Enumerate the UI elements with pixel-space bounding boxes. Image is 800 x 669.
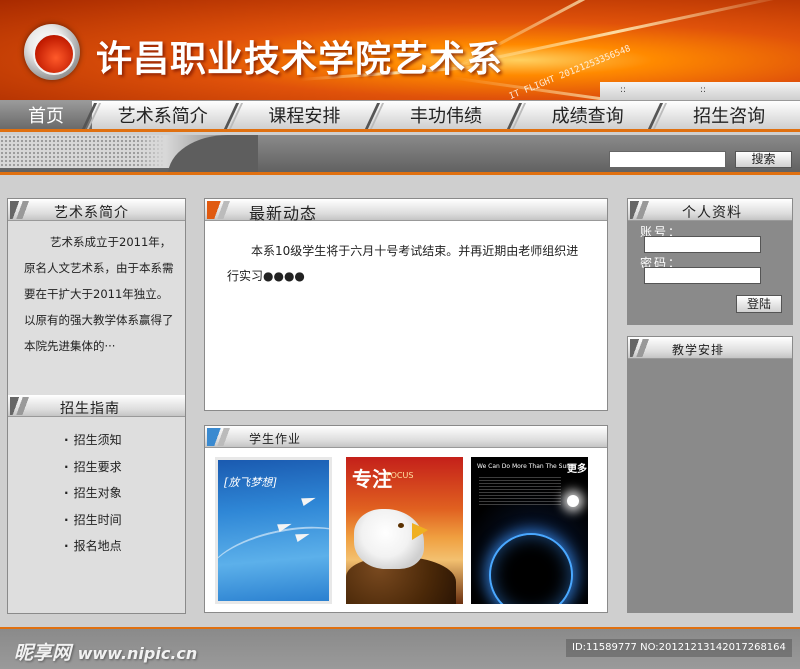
nav-label: 招生咨询 [693,106,766,127]
nav-courses[interactable]: 课程安排 [223,101,376,129]
logo-icon [24,24,80,80]
nav-grades[interactable]: 成绩查询 [506,101,659,129]
watermark: 昵享网 www.nipic.cn [14,638,197,665]
guide-title: 招生指南 [60,401,120,417]
thumb-title: [放飞梦想] [224,476,277,489]
account-field[interactable] [644,236,761,253]
dots-icon: :: [700,85,707,95]
password-field[interactable] [644,267,761,284]
site-header: 许昌职业技术学院艺术系 IT FLIGHT 20121253356548 :: … [0,0,800,100]
planet-image [489,533,573,604]
paper-plane-icon [301,494,317,506]
search-input[interactable] [609,151,726,168]
guide-link-notice[interactable]: 招生须知 [64,431,122,458]
left-column: 艺术系简介 艺术系成立于2011年，原名人文艺术系，由于本系需要在干扩大于201… [7,198,186,614]
search-button[interactable]: 搜索 [735,151,792,168]
profile-header: 个人资料 [628,199,792,221]
profile-title: 个人资料 [682,205,742,221]
intro-body: 艺术系成立于2011年，原名人文艺术系，由于本系需要在干扩大于2011年独立。以… [24,235,174,353]
site-title: 许昌职业技术学院艺术系 [96,38,504,80]
nav-home[interactable]: 首页 [0,101,92,129]
header-mark-icon [207,428,231,446]
guide-link-time[interactable]: 招生时间 [64,511,122,538]
news-panel: 最新动态 本系10级学生将于六月十号考试结束。并再近期由老师组织进行实习●●●● [204,198,608,411]
intro-title: 艺术系简介 [54,205,129,221]
schedule-title: 教学安排 [672,343,725,357]
intro-header: 艺术系简介 [8,199,185,221]
guide-link-location[interactable]: 报名地点 [64,537,122,564]
profile-panel: 个人资料 账号： 密码： 登陆 [627,198,793,325]
thumb-title: We Can Do More Than The Sun [477,463,571,470]
news-title: 最新动态 [249,204,318,223]
image-id: ID:11589777 NO:20121213142017268164 [566,639,792,657]
thumb-big-title: 更多 [567,464,587,475]
homework-thumb-focus[interactable]: 专注 FOCUS [346,457,463,604]
thumb-text-block [479,475,561,505]
news-header: 最新动态 [205,199,607,223]
homework-thumb-dream[interactable]: [放飞梦想] [215,457,332,604]
lightbulb-icon [567,495,579,507]
watermark-logo: 昵享网 [14,642,72,664]
guide-link-target[interactable]: 招生对象 [64,484,122,511]
homework-panel: 学生作业 [放飞梦想] 专注 FOCUS We Can Do More Than… [204,425,608,613]
strip-accent-line [0,172,800,175]
schedule-header: 教学安排 [628,337,792,359]
header-band: :: :: [600,82,800,100]
header-mark-icon [207,201,231,219]
schedule-panel: 教学安排 [627,336,793,613]
nav-label: 成绩查询 [551,106,624,127]
guide-list: 招生须知 招生要求 招生对象 招生时间 报名地点 [64,431,122,564]
eagle-beak-image [412,523,428,540]
thumb-subtitle: FOCUS [386,471,414,480]
main-nav: 首页 艺术系简介 课程安排 丰功伟绩 成绩查询 招生咨询 [0,100,800,132]
nav-label: 艺术系简介 [117,106,208,127]
homework-title: 学生作业 [249,432,302,446]
nav-label: 课程安排 [268,106,341,127]
nav-admissions[interactable]: 招生咨询 [648,101,800,129]
guide-link-requirements[interactable]: 招生要求 [64,458,122,485]
header-mark-icon [630,339,654,357]
homework-thumb-sun[interactable]: We Can Do More Than The Sun 更多 [471,457,588,604]
swoosh-decor [218,515,329,601]
nav-art-intro[interactable]: 艺术系简介 [81,101,234,129]
dots-icon: :: [620,85,627,95]
nav-achievements[interactable]: 丰功伟绩 [365,101,517,129]
header-mark-icon [630,201,654,219]
guide-header: 招生指南 [8,395,185,417]
watermark-url: www.nipic.cn [77,644,198,663]
header-mark-icon [10,397,34,415]
nav-label: 丰功伟绩 [409,106,482,127]
news-body: 本系10级学生将于六月十号考试结束。并再近期由老师组织进行实习●●●● [227,244,579,283]
eagle-eye-image [398,523,404,528]
homework-header: 学生作业 [205,426,607,448]
header-mark-icon [10,201,34,219]
intro-text: 艺术系成立于2011年，原名人文艺术系，由于本系需要在干扩大于2011年独立。以… [24,229,174,359]
login-button[interactable]: 登陆 [736,295,782,313]
